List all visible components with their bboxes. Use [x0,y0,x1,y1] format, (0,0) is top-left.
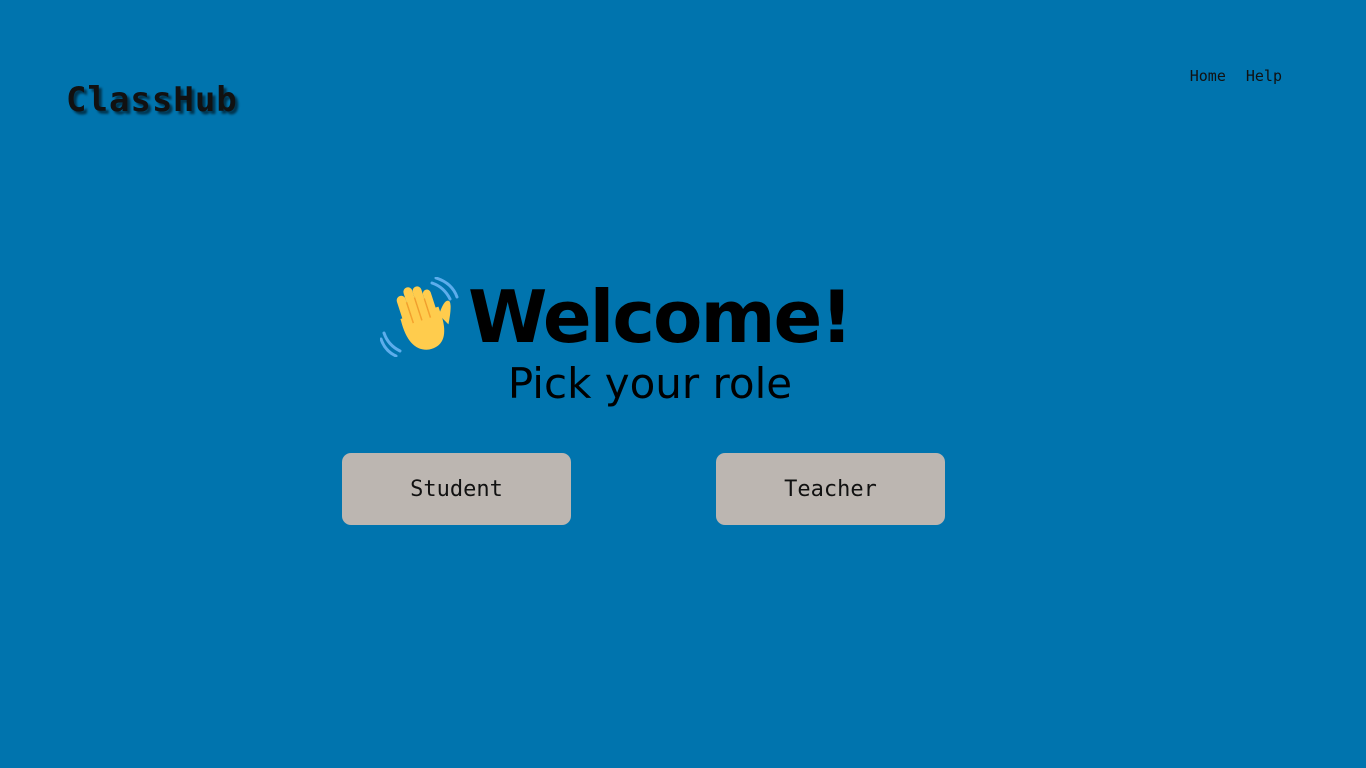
nav-link-help[interactable]: Help [1246,66,1282,86]
nav-link-home[interactable]: Home [1190,66,1226,86]
teacher-role-button[interactable]: Teacher [716,453,945,525]
top-nav: Home Help [1190,66,1282,86]
welcome-heading: Welcome! [380,272,853,362]
app-logo: ClassHub [66,80,238,120]
student-role-button[interactable]: Student [342,453,571,525]
waving-hand-icon [380,277,459,357]
pick-role-subtitle: Pick your role [507,359,793,408]
welcome-title: Welcome! [468,275,853,359]
